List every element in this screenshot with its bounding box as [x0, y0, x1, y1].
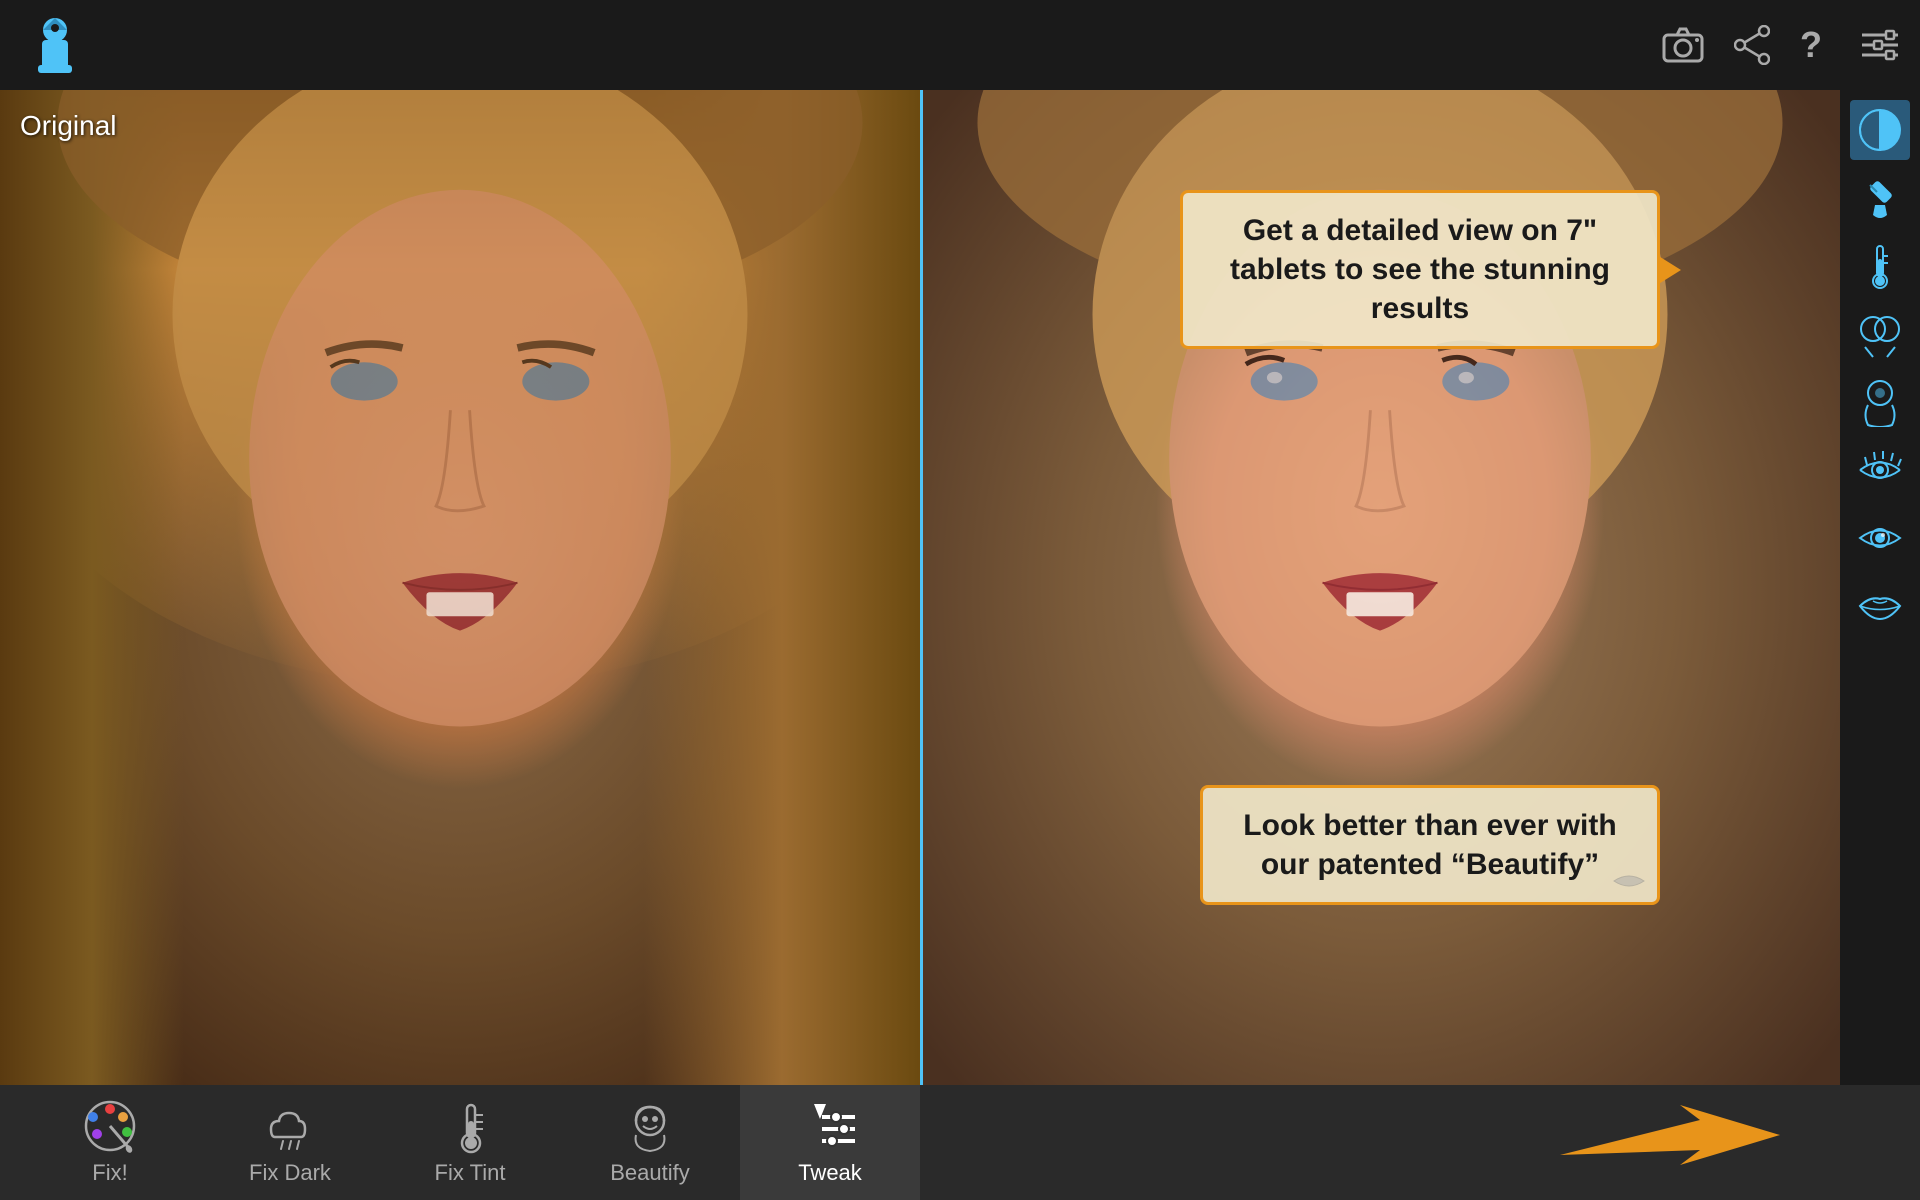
tooltip-tablet-view: Get a detailed view on 7" tablets to see…	[1180, 190, 1660, 349]
topbar-left	[20, 10, 90, 80]
eye-lashes-icon	[1855, 445, 1905, 495]
faces-icon	[1855, 309, 1905, 359]
camera-icon[interactable]	[1662, 27, 1704, 63]
face-beautify-icon	[623, 1099, 678, 1154]
tooltip-arrow-1	[1657, 255, 1681, 285]
dropper-icon	[1855, 173, 1905, 223]
svg-text:?: ?	[1800, 25, 1822, 65]
topbar: ?	[0, 0, 1920, 90]
lips-icon	[1609, 869, 1649, 894]
thermometer-icon	[1855, 241, 1905, 291]
tooltip-beautify-text: Look better than ever with our patented …	[1227, 806, 1633, 884]
tooltip-tablet-text: Get a detailed view on 7" tablets to see…	[1207, 211, 1633, 328]
lips-sidebar-icon	[1855, 581, 1905, 631]
bottom-toolbar: Fix! Fix Dark Fi	[0, 1085, 1920, 1200]
face-profile-icon	[1855, 377, 1905, 427]
toolbar-item-fix-tint[interactable]: Fix Tint	[380, 1085, 560, 1200]
app-logo	[20, 10, 90, 80]
original-image	[0, 90, 920, 1085]
cloud-icon	[263, 1099, 318, 1154]
sidebar-eye-lashes[interactable]	[1850, 440, 1910, 500]
main-image: Original Get a detailed view on 7" table…	[0, 90, 1840, 1085]
share-icon[interactable]	[1734, 25, 1770, 65]
help-icon[interactable]: ?	[1800, 25, 1830, 65]
beautify-label: Beautify	[610, 1160, 690, 1186]
fix-tint-label: Fix Tint	[435, 1160, 506, 1186]
tooltip-beautify: Look better than ever with our patented …	[1200, 785, 1660, 905]
fix-icon	[83, 1099, 138, 1154]
tweak-icon	[800, 1099, 860, 1154]
orange-arrow	[1560, 1100, 1780, 1190]
thermometer-tool-icon	[443, 1099, 498, 1154]
sidebar-thermometer[interactable]	[1850, 236, 1910, 296]
fix-tint-icon	[443, 1099, 498, 1154]
right-sidebar	[1840, 90, 1920, 1085]
eye-pupil-icon	[1855, 513, 1905, 563]
sidebar-faces[interactable]	[1850, 304, 1910, 364]
fix-label: Fix!	[92, 1160, 127, 1186]
sidebar-lips[interactable]	[1850, 576, 1910, 636]
beautify-icon	[623, 1099, 678, 1154]
orange-arrow-icon	[1560, 1100, 1780, 1190]
toolbar-item-tweak[interactable]: Tweak	[740, 1085, 920, 1200]
sidebar-dropper[interactable]	[1850, 168, 1910, 228]
fix-dark-icon	[263, 1099, 318, 1154]
toolbar-item-fix-dark[interactable]: Fix Dark	[200, 1085, 380, 1200]
toolbar-item-beautify[interactable]: Beautify	[560, 1085, 740, 1200]
toolbar-item-fix[interactable]: Fix!	[20, 1085, 200, 1200]
original-label: Original	[20, 110, 116, 142]
split-line	[920, 90, 923, 1085]
sliders-icon	[800, 1099, 860, 1154]
fix-dark-label: Fix Dark	[249, 1160, 331, 1186]
sidebar-eye-pupil[interactable]	[1850, 508, 1910, 568]
settings-icon[interactable]	[1860, 27, 1900, 63]
topbar-right: ?	[1662, 25, 1900, 65]
sidebar-split-view[interactable]	[1850, 100, 1910, 160]
sidebar-face-profile[interactable]	[1850, 372, 1910, 432]
split-view-icon	[1855, 105, 1905, 155]
palette-icon	[83, 1099, 138, 1154]
tweak-label: Tweak	[798, 1160, 862, 1186]
